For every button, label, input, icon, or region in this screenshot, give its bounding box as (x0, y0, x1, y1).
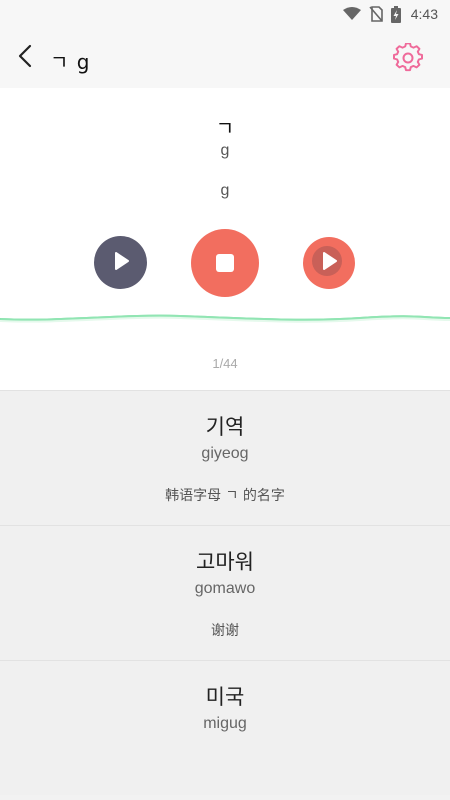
back-button[interactable] (10, 43, 40, 73)
word-item[interactable]: 고마워 gomawo 谢谢 (0, 525, 450, 660)
word-list: 기역 giyeog 韩语字母 ㄱ 的名字 고마워 gomawo 谢谢 미국 mi… (0, 390, 450, 800)
letter-hangul: ㄱ (215, 116, 235, 140)
gear-icon (393, 42, 423, 77)
status-time: 4:43 (410, 6, 438, 22)
play-icon (320, 251, 338, 275)
word-romanization: giyeog (201, 445, 249, 462)
play-native-button[interactable] (94, 236, 147, 289)
word-hangul: 기역 (205, 415, 245, 439)
back-arrow-icon (17, 44, 33, 72)
progress-counter: 1/44 (212, 356, 238, 371)
letter-pronunciation: g (220, 182, 230, 199)
letter-romanization: g (220, 142, 230, 159)
play-recording-button[interactable] (303, 237, 355, 289)
stop-icon (216, 254, 234, 272)
word-hangul: 고마워 (196, 550, 254, 574)
page-title: ㄱ g (50, 50, 91, 74)
word-romanization: migug (203, 715, 247, 732)
word-item[interactable]: 기역 giyeog 韩语字母 ㄱ 的名字 (0, 390, 450, 525)
player-panel: ㄱ g g 1/44 (0, 88, 450, 390)
wifi-icon (342, 7, 361, 21)
word-meaning: 谢谢 (211, 623, 239, 639)
word-hangul: 미국 (205, 685, 245, 709)
app-bar: ㄱ g (0, 28, 450, 88)
play-icon (112, 251, 130, 275)
no-sim-icon (369, 6, 383, 22)
waveform (0, 314, 450, 323)
status-bar: 4:43 (0, 0, 450, 28)
word-item[interactable]: 미국 migug (0, 660, 450, 795)
word-romanization: gomawo (194, 580, 256, 597)
word-meaning: 韩语字母 ㄱ 的名字 (165, 488, 285, 504)
battery-charging-icon (390, 5, 401, 23)
settings-button[interactable] (392, 42, 424, 77)
stop-record-button[interactable] (191, 229, 259, 297)
